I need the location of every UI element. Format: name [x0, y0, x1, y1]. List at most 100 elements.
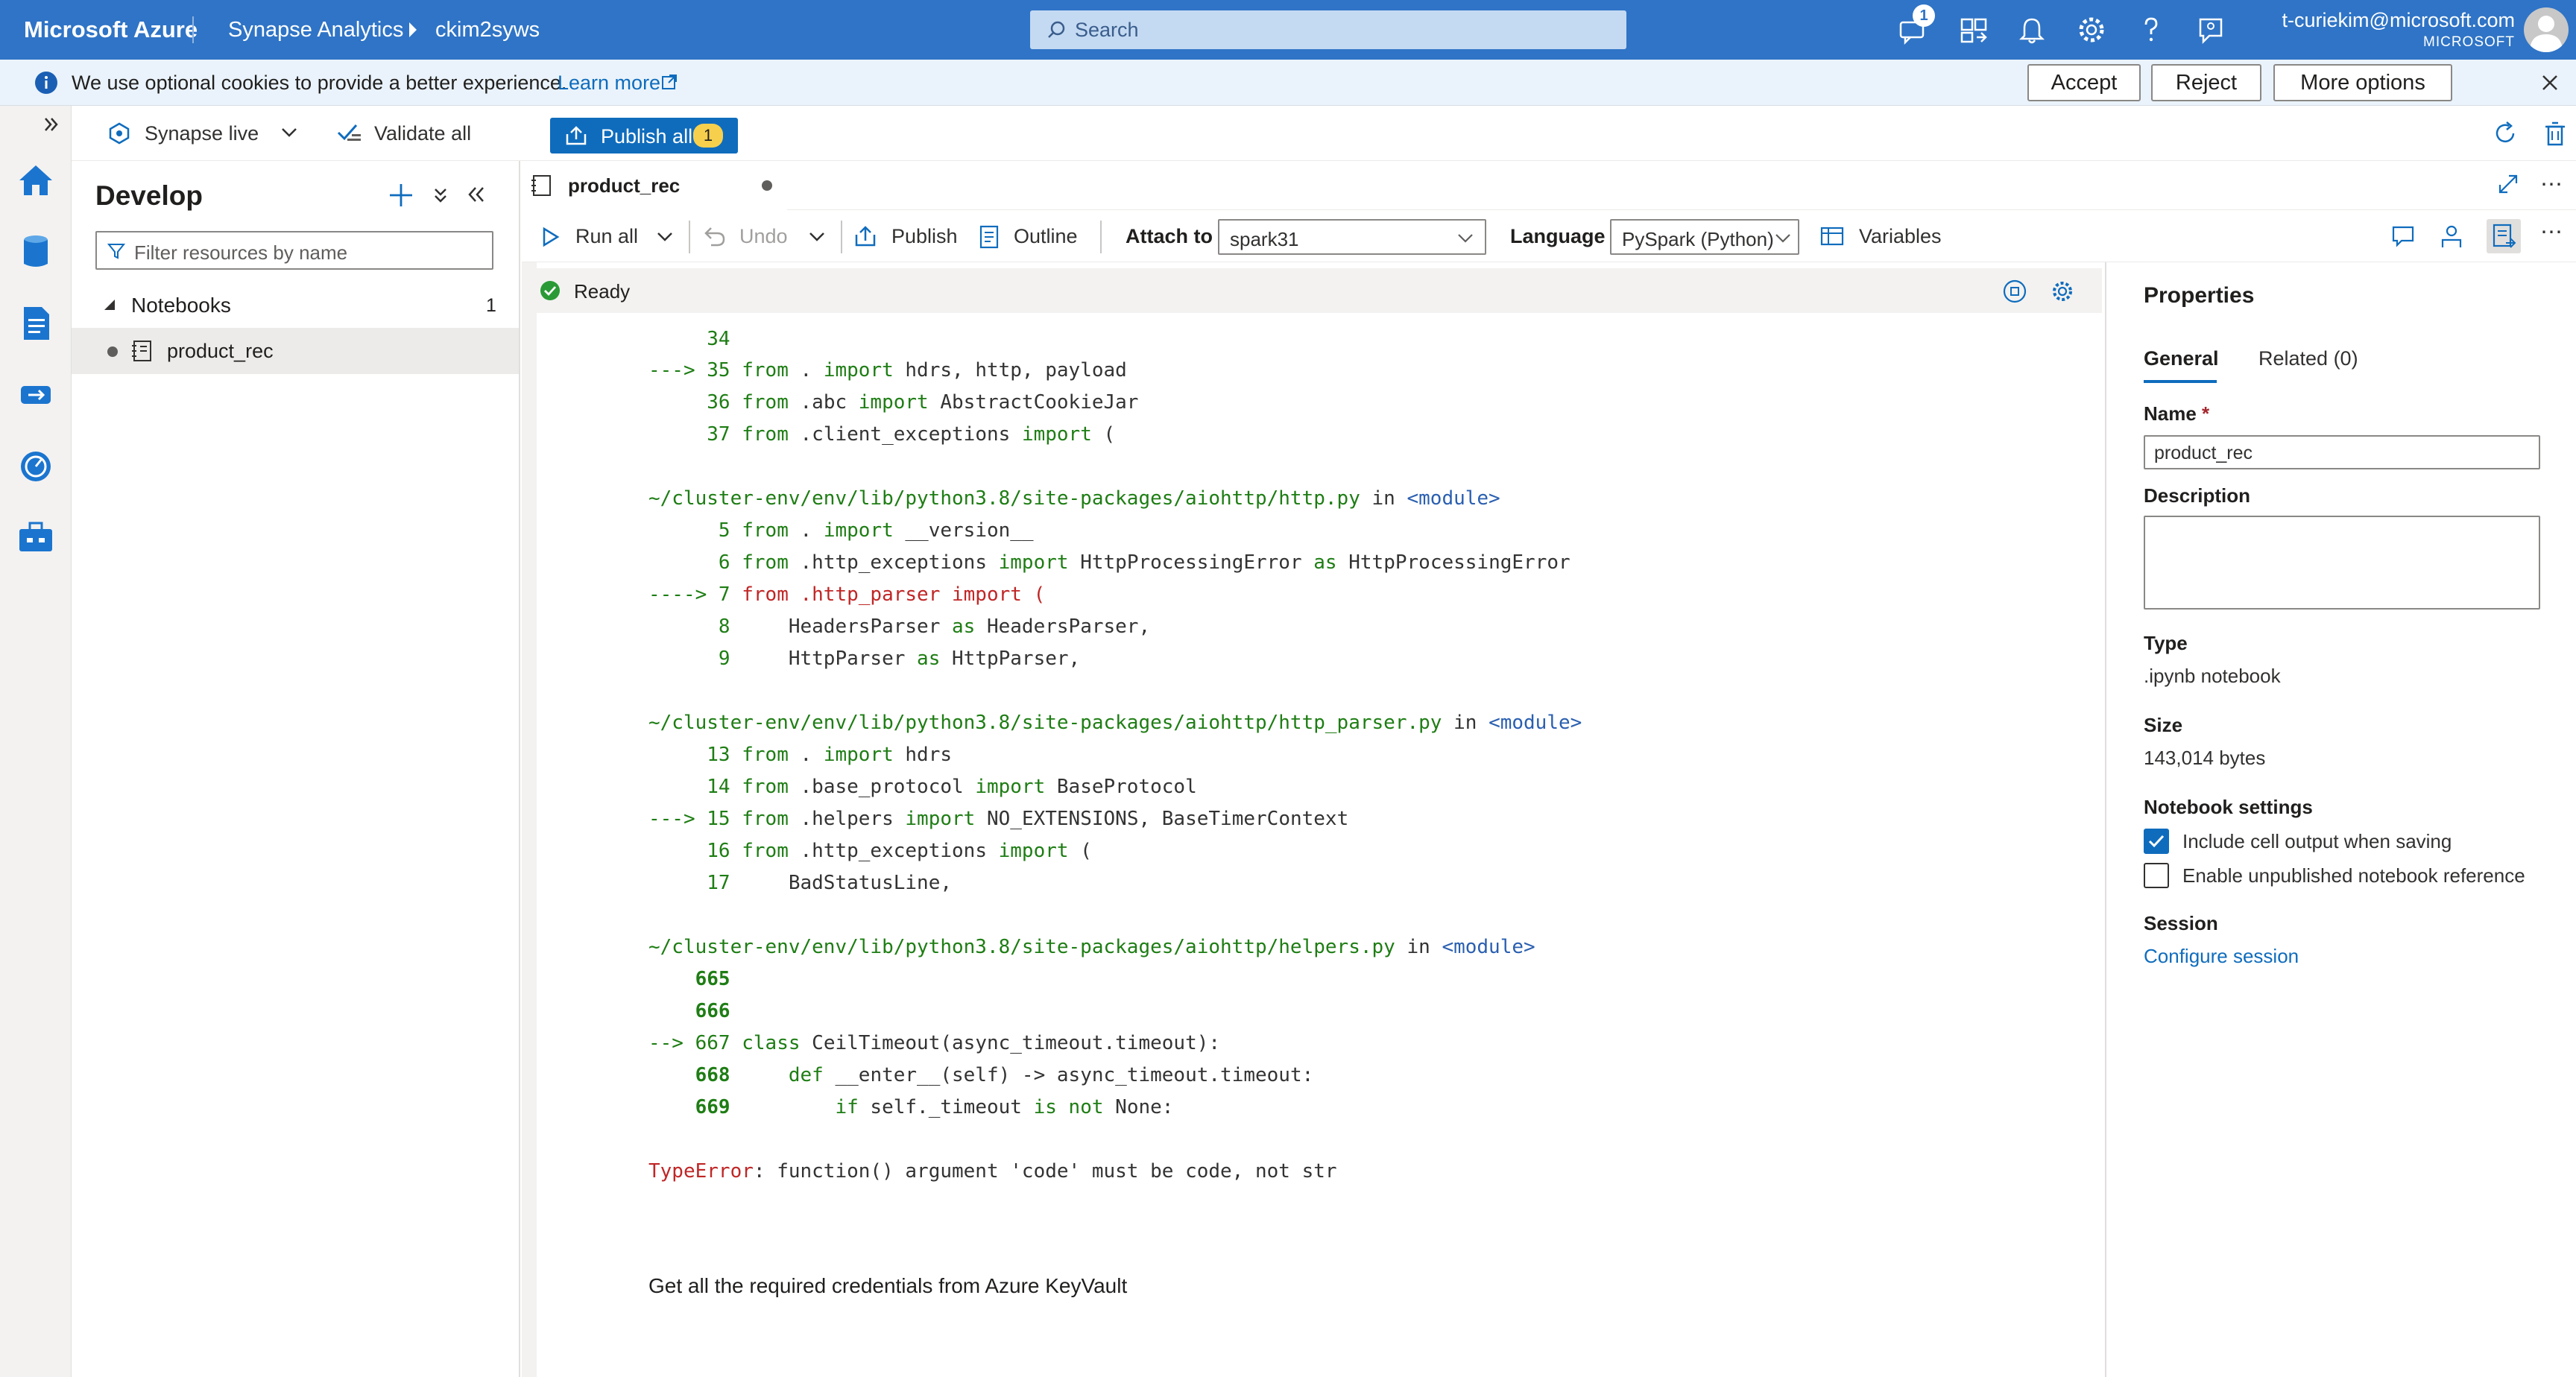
unsaved-dot-icon[interactable] — [762, 180, 772, 191]
expand-icon[interactable] — [42, 115, 61, 134]
variables-button[interactable]: Variables — [1859, 225, 1942, 248]
code-text: . — [788, 744, 824, 766]
outline-button[interactable]: Outline — [1014, 225, 1078, 248]
validate-all-button[interactable]: Validate all — [374, 122, 471, 145]
code-text: hdrs, http, payload — [893, 359, 1127, 382]
output-line: 666 — [648, 1000, 730, 1022]
refresh-icon[interactable] — [2493, 121, 2518, 146]
maximize-icon[interactable] — [2497, 173, 2519, 195]
code-keyword: from — [742, 776, 789, 798]
chevron-right-icon — [407, 19, 419, 40]
description-field[interactable] — [2144, 516, 2540, 610]
configure-session-link[interactable]: Configure session — [2144, 945, 2299, 968]
search-input[interactable]: Search — [1075, 19, 1139, 42]
synapse-live-icon — [109, 122, 130, 145]
tab-related[interactable]: Related (0) — [2258, 347, 2358, 370]
name-field[interactable]: product_rec — [2144, 435, 2540, 469]
reject-button[interactable]: Reject — [2151, 64, 2261, 101]
accept-button[interactable]: Accept — [2027, 64, 2141, 101]
include-output-checkbox[interactable] — [2144, 829, 2169, 854]
run-all-button[interactable]: Run all — [575, 225, 638, 248]
more-icon[interactable]: ⋯ — [2540, 219, 2563, 245]
user-email[interactable]: t-curiekim@microsoft.com — [2282, 9, 2515, 32]
line-number: 34 — [648, 328, 730, 350]
more-icon[interactable]: ⋯ — [2540, 171, 2563, 197]
language-select[interactable]: PySpark (Python) — [1610, 219, 1799, 255]
discard-icon[interactable] — [2543, 121, 2567, 146]
code-text: BaseProtocol — [1045, 776, 1197, 798]
mode-selector[interactable]: Synapse live — [145, 122, 259, 145]
integrate-icon[interactable] — [16, 376, 55, 414]
stop-session-icon[interactable] — [2002, 279, 2027, 304]
properties-toggle[interactable] — [2487, 219, 2521, 253]
code-text: .http_exceptions — [788, 551, 999, 574]
code-text: HeadersParser — [742, 615, 952, 638]
breadcrumb-service[interactable]: Synapse Analytics — [228, 18, 403, 42]
search-box[interactable]: Search — [1030, 10, 1626, 49]
collapse-panel-icon[interactable] — [467, 185, 486, 204]
home-icon[interactable] — [16, 161, 55, 200]
bell-icon[interactable] — [2015, 13, 2048, 46]
enable-unpublished-checkbox[interactable] — [2144, 863, 2169, 888]
output-line: ----> 7 from .http_parser import ( — [648, 583, 1045, 606]
comment-icon[interactable] — [2391, 225, 2415, 247]
gear-icon[interactable] — [2075, 13, 2108, 46]
code-text: ( — [1091, 423, 1116, 446]
collapse-all-icon[interactable] — [432, 186, 449, 204]
markdown-cell[interactable]: Get all the required credentials from Az… — [648, 1274, 1127, 1298]
publish-all-button[interactable]: Publish all 1 — [550, 118, 738, 153]
switch-directory-icon[interactable] — [1957, 13, 1990, 46]
data-icon[interactable] — [16, 232, 55, 271]
upload-icon — [565, 125, 587, 146]
attach-to-value: spark31 — [1230, 228, 1299, 250]
cookie-message: We use optional cookies to provide a bet… — [72, 72, 567, 94]
output-line: 669 if self._timeout is not None: — [648, 1096, 1174, 1118]
learn-more-link[interactable]: Learn more — [558, 72, 660, 95]
line-number: 13 — [648, 744, 742, 766]
code-text: hdrs — [893, 744, 953, 766]
avatar[interactable] — [2524, 7, 2569, 52]
breadcrumb-workspace[interactable]: ckim2syws — [435, 18, 540, 42]
line-number: 16 — [648, 840, 742, 862]
output-line: --> 667 class CeilTimeout(async_timeout.… — [648, 1032, 1220, 1054]
undo-button[interactable]: Undo — [739, 225, 788, 248]
help-icon[interactable] — [2135, 13, 2168, 46]
size-value: 143,014 bytes — [2144, 747, 2266, 769]
gear-icon[interactable] — [2050, 279, 2075, 304]
module-tag: <module> — [1489, 712, 1582, 734]
collapse-triangle-icon[interactable] — [103, 298, 116, 311]
publish-button[interactable]: Publish — [891, 225, 958, 248]
error-type: TypeError — [648, 1160, 754, 1183]
line-number: 17 — [648, 872, 742, 894]
code-highlight: from .http_parser import ( — [742, 583, 1046, 606]
chevron-down-icon[interactable] — [280, 127, 298, 139]
module-tag: <module> — [1407, 487, 1500, 510]
session-icon[interactable] — [2439, 224, 2464, 249]
code-keyword: class — [742, 1032, 801, 1054]
tab-general[interactable]: General — [2144, 347, 2219, 370]
divider — [689, 221, 690, 253]
workspace-toolbar: Synapse live Validate all Publish all 1 — [72, 106, 2576, 161]
output-line: 8 HeadersParser as HeadersParser, — [648, 615, 1150, 638]
develop-icon[interactable] — [16, 304, 55, 343]
search-icon — [1046, 20, 1066, 39]
attach-to-select[interactable]: spark31 — [1218, 219, 1486, 255]
brand-title[interactable]: Microsoft Azure — [24, 16, 198, 43]
monitor-icon[interactable] — [16, 447, 55, 486]
close-icon[interactable] — [2540, 73, 2560, 92]
module-tag: <module> — [1442, 936, 1535, 958]
notebooks-group[interactable]: Notebooks 1 — [72, 282, 519, 328]
filter-input[interactable]: Filter resources by name — [95, 231, 493, 270]
code-text: .client_exceptions — [788, 423, 1022, 446]
tab-product-rec[interactable]: product_rec — [522, 161, 787, 210]
notebooks-label: Notebooks — [131, 294, 231, 317]
chevron-down-icon[interactable] — [808, 231, 826, 243]
line-number: --> 667 — [648, 1032, 742, 1054]
file-path: ~/cluster-env/env/lib/python3.8/site-pac… — [648, 487, 1360, 510]
manage-icon[interactable] — [16, 519, 55, 557]
feedback-icon[interactable] — [2194, 13, 2227, 46]
add-icon[interactable] — [388, 182, 414, 209]
notebook-item[interactable]: product_rec — [72, 328, 519, 374]
chevron-down-icon[interactable] — [656, 231, 674, 243]
more-options-button[interactable]: More options — [2273, 64, 2452, 101]
